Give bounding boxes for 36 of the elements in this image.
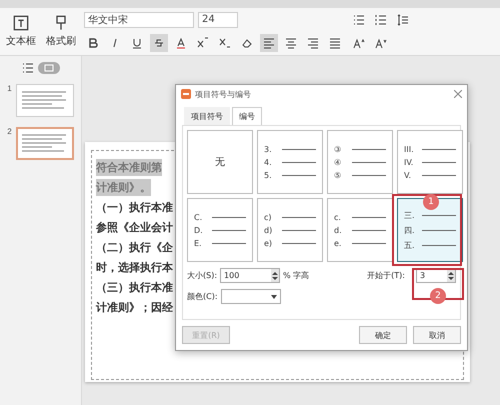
number-marker: D. — [194, 226, 204, 234]
number-marker: d. — [334, 226, 343, 234]
slide-text: 参照《企业会计 — [96, 220, 173, 236]
number-marker: 4. — [264, 158, 273, 166]
size-unit: % 字高 — [283, 270, 310, 281]
number-marker: d) — [264, 226, 274, 234]
number-marker: V. — [404, 170, 412, 180]
slide-text: （一）执行本准 — [96, 200, 173, 216]
slide-text: 计准则》。 — [96, 179, 151, 196]
number-marker: 三. — [404, 210, 416, 220]
number-marker: ③ — [334, 144, 342, 154]
slide-text: 时，选择执行本 — [96, 260, 173, 276]
number-marker: c) — [264, 212, 273, 222]
number-marker: ⑤ — [334, 170, 342, 180]
number-marker: c. — [334, 212, 342, 222]
dialog-title: 项目符号与编号 — [195, 88, 252, 100]
slide-text: 计准则》；因经 — [96, 300, 173, 316]
number-marker: e) — [264, 238, 274, 248]
size-label: 大小(S): — [187, 270, 218, 281]
number-marker: E. — [194, 238, 203, 248]
slide-text: 符合本准则第 — [96, 159, 162, 176]
none-label: 无 — [215, 156, 225, 169]
step-badge: 1 — [423, 194, 439, 210]
number-marker: 3. — [264, 144, 273, 154]
number-marker: C. — [194, 212, 204, 222]
number-marker: IV. — [404, 158, 414, 166]
number-marker: 四. — [404, 224, 416, 236]
number-marker: 五. — [404, 240, 416, 250]
number-marker: e. — [334, 238, 342, 248]
slide-text: （三）执行本准 — [96, 280, 173, 296]
number-marker: III. — [404, 144, 415, 154]
start-label: 开始于(T): — [367, 270, 405, 281]
number-marker: 5. — [264, 170, 273, 180]
slide-text: （二）执行《企 — [96, 240, 173, 256]
number-marker: ④ — [334, 158, 342, 166]
color-label: 颜色(C): — [187, 291, 218, 302]
